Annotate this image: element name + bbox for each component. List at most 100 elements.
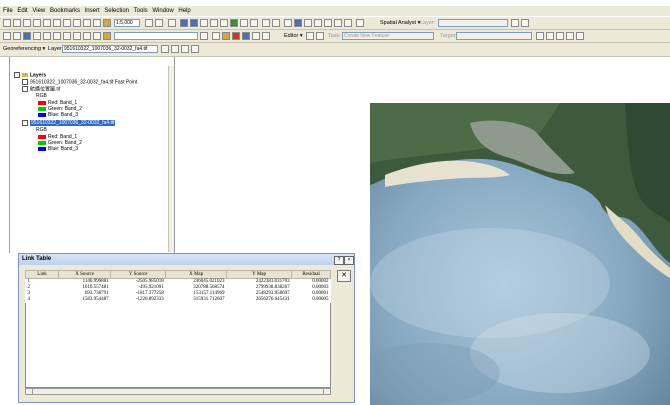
copy-icon[interactable] xyxy=(53,19,61,27)
undo-map-icon[interactable] xyxy=(83,32,91,40)
column-header-x-map[interactable]: X Map xyxy=(165,270,228,279)
delete-map-icon[interactable] xyxy=(73,32,81,40)
attributes-icon[interactable] xyxy=(556,32,564,40)
column-header-residual[interactable]: Residual xyxy=(291,270,331,279)
rotate-tool-icon[interactable] xyxy=(546,32,554,40)
zoom-out-icon[interactable] xyxy=(190,19,198,27)
view-link-table-icon[interactable] xyxy=(191,45,199,53)
edit-sketch-icon[interactable] xyxy=(576,32,584,40)
toc-layer-group[interactable]: 航攝位置圖.tif xyxy=(22,86,60,92)
help-button[interactable]: ? xyxy=(334,256,344,265)
spatial-analyst-layer-combo[interactable] xyxy=(438,19,508,27)
georef-layer-combo[interactable]: 951610322_1007036_32-0032_fa4.tif xyxy=(62,45,158,53)
map-scale-combo[interactable]: 1:5,000 xyxy=(114,19,140,27)
back-extent-icon[interactable] xyxy=(240,19,248,27)
layer-checkbox-icon[interactable] xyxy=(22,86,28,92)
menu-tools[interactable]: Tools xyxy=(134,6,148,16)
rotate-icon[interactable] xyxy=(161,45,169,53)
link-table-horizontal-scrollbar[interactable] xyxy=(25,388,331,395)
save-map-icon[interactable] xyxy=(23,32,31,40)
menu-bookmarks[interactable]: Bookmarks xyxy=(50,6,80,16)
menu-window[interactable]: Window xyxy=(152,6,173,16)
html-popup-icon[interactable] xyxy=(344,19,352,27)
arc-toolbox-icon[interactable] xyxy=(155,19,163,27)
target-combo[interactable] xyxy=(456,32,532,40)
menu-insert[interactable]: Insert xyxy=(85,6,100,16)
paste-icon[interactable] xyxy=(63,19,71,27)
hand-icon[interactable] xyxy=(168,19,176,27)
redo-map-icon[interactable] xyxy=(93,32,101,40)
cut-map-icon[interactable] xyxy=(43,32,51,40)
find-icon[interactable] xyxy=(304,19,312,27)
redo-icon[interactable] xyxy=(93,19,101,27)
select-elements-icon[interactable] xyxy=(284,19,292,27)
scroll-left-icon[interactable] xyxy=(26,389,33,394)
edit-tool-icon[interactable] xyxy=(306,32,314,40)
column-header-x-source[interactable]: X Source xyxy=(57,270,112,279)
editor-menu[interactable]: Editor ▾ xyxy=(284,32,303,40)
menu-help[interactable]: Help xyxy=(178,6,190,16)
split-tool-icon[interactable] xyxy=(536,32,544,40)
layer-checkbox-icon[interactable] xyxy=(22,79,28,85)
zoom-in-icon[interactable] xyxy=(180,19,188,27)
new-map-icon[interactable] xyxy=(3,32,11,40)
task-combo[interactable]: Create New Feature xyxy=(342,32,434,40)
new-icon[interactable] xyxy=(3,19,11,27)
python-icon[interactable] xyxy=(252,32,260,40)
open-map-icon[interactable] xyxy=(13,32,21,40)
create-contour-icon[interactable] xyxy=(521,19,529,27)
copy-map-icon[interactable] xyxy=(53,32,61,40)
close-button[interactable]: × xyxy=(344,256,354,265)
delete-link-button[interactable]: ✕ xyxy=(337,270,351,282)
print-icon[interactable] xyxy=(33,19,41,27)
scroll-right-icon[interactable] xyxy=(323,389,330,394)
georeferencing-menu[interactable]: Georeferencing ▾ xyxy=(3,45,45,53)
histogram-icon[interactable] xyxy=(511,19,519,27)
toc-root[interactable]: Layers xyxy=(14,72,46,78)
forward-extent-icon[interactable] xyxy=(250,19,258,27)
identify-icon[interactable] xyxy=(294,19,302,27)
column-header-y-source[interactable]: Y Source xyxy=(110,270,167,279)
cut-icon[interactable] xyxy=(43,19,51,27)
sketch-properties-icon[interactable] xyxy=(566,32,574,40)
fixed-zoom-out-icon[interactable] xyxy=(210,19,218,27)
toc-layer-selected[interactable]: 951610322_1007036_32-0032_fa4.tif xyxy=(22,120,116,127)
toc-layer-fast-point[interactable]: 951610322_1007036_32-0032_fa4.tif Fast P… xyxy=(22,79,137,85)
editor-toolbar-icon[interactable] xyxy=(145,19,153,27)
fixed-zoom-in-icon[interactable] xyxy=(200,19,208,27)
column-header-y-map[interactable]: Y Map xyxy=(226,270,293,279)
go-to-xy-icon[interactable] xyxy=(314,19,322,27)
select-features-icon[interactable] xyxy=(262,19,270,27)
satellite-image[interactable] xyxy=(370,103,670,405)
menu-file[interactable]: File xyxy=(3,6,13,16)
column-header-link[interactable]: Link xyxy=(25,270,59,279)
layout-scale-combo[interactable] xyxy=(114,32,198,40)
time-slider-icon[interactable] xyxy=(356,19,364,27)
shift-icon[interactable] xyxy=(171,45,179,53)
layout-dropdown-icon[interactable] xyxy=(200,32,208,40)
print-map-icon[interactable] xyxy=(33,32,41,40)
table-row[interactable]: 4 1583.954487 -1226.892333 315931.712607… xyxy=(26,297,331,303)
undo-icon[interactable] xyxy=(83,19,91,27)
command-line-icon[interactable] xyxy=(242,32,250,40)
menu-view[interactable]: View xyxy=(32,6,45,16)
delete-icon[interactable] xyxy=(73,19,81,27)
expand-icon[interactable] xyxy=(14,72,20,78)
add-control-points-icon[interactable] xyxy=(181,45,189,53)
toolbox-icon[interactable] xyxy=(232,32,240,40)
measure-icon[interactable] xyxy=(324,19,332,27)
clear-selection-icon[interactable] xyxy=(272,19,280,27)
pan-icon[interactable] xyxy=(220,19,228,27)
layer-checkbox-icon[interactable] xyxy=(22,120,28,126)
menu-edit[interactable]: Edit xyxy=(17,6,27,16)
add-layer-icon[interactable] xyxy=(103,32,111,40)
full-extent-icon[interactable] xyxy=(230,19,238,27)
spatial-analyst-menu[interactable]: Spatial Analyst ▾ xyxy=(380,19,420,27)
graph-icon[interactable] xyxy=(212,32,220,40)
whats-this-icon[interactable] xyxy=(262,32,270,40)
sketch-tool-icon[interactable] xyxy=(316,32,324,40)
menu-selection[interactable]: Selection xyxy=(104,6,129,16)
add-data-icon[interactable] xyxy=(103,19,111,27)
save-icon[interactable] xyxy=(23,19,31,27)
paste-map-icon[interactable] xyxy=(63,32,71,40)
